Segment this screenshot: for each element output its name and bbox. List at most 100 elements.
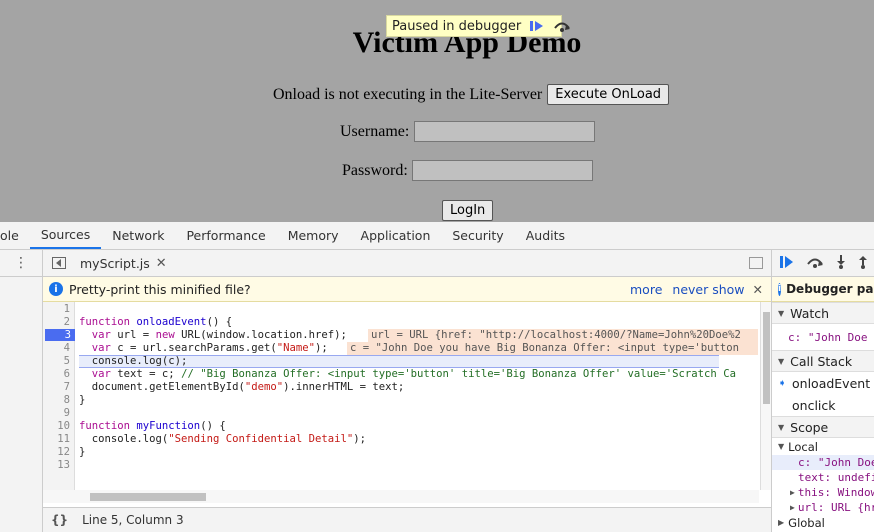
infobar-text: Pretty-print this minified file? bbox=[69, 281, 251, 297]
scope-var-this-text: this: Window bbox=[797, 486, 874, 499]
toggle-navigator-icon[interactable] bbox=[52, 257, 66, 269]
line-number[interactable]: 5 bbox=[43, 355, 70, 368]
tab-memory[interactable]: Memory bbox=[277, 222, 350, 249]
line-number[interactable]: 11 bbox=[43, 433, 70, 446]
scope-local-header[interactable]: ▼ Local bbox=[772, 438, 874, 455]
watch-entry[interactable]: c: "John Doe bbox=[772, 324, 874, 350]
line-number[interactable]: 12 bbox=[43, 446, 70, 459]
step-into-icon[interactable] bbox=[836, 254, 846, 272]
expanded-triangle-icon: ▼ bbox=[778, 442, 785, 451]
code-token: () { bbox=[206, 316, 233, 328]
execute-onload-button[interactable]: Execute OnLoad bbox=[547, 84, 670, 105]
file-tab-myscript[interactable]: myScript.js bbox=[80, 256, 150, 271]
code-token: function bbox=[79, 316, 137, 328]
inline-value-url: url = URL {href: "http://localhost:4000/… bbox=[368, 329, 758, 342]
callstack-frame-onclick[interactable]: onclick bbox=[772, 394, 874, 416]
watch-entry-text: c: "John Doe bbox=[788, 330, 868, 344]
step-over-icon[interactable] bbox=[553, 18, 571, 34]
scope-var-text[interactable]: text: undefi bbox=[772, 470, 874, 485]
tab-console[interactable]: ole bbox=[0, 222, 30, 249]
collapsed-triangle-icon: ▶ bbox=[778, 518, 785, 527]
horizontal-scrollbar[interactable] bbox=[43, 490, 759, 503]
line-number[interactable]: 13 bbox=[43, 459, 70, 472]
debugger-sidebar: i Debugger paused ▼ Watch c: "John Doe ▼ C… bbox=[771, 250, 874, 532]
line-number[interactable]: 9 bbox=[43, 407, 70, 420]
line-number[interactable]: 1 bbox=[43, 303, 70, 316]
code-line: var c = url.searchParams.get("Name"); bbox=[79, 342, 328, 355]
line-number[interactable]: 8 bbox=[43, 394, 70, 407]
tab-application[interactable]: Application bbox=[350, 222, 442, 249]
local-label: Local bbox=[788, 439, 818, 454]
username-row: Username: bbox=[340, 121, 596, 142]
username-input[interactable] bbox=[414, 121, 596, 142]
onload-text: Onload is not executing in the Lite-Serv… bbox=[273, 85, 543, 103]
callstack-section-header[interactable]: ▼ Call Stack bbox=[772, 350, 874, 372]
code-line: var url = new URL(window.location.href); bbox=[79, 329, 347, 342]
more-options-icon[interactable]: ⋮ bbox=[0, 250, 42, 277]
code-line: var text = c; // "Big Bonanza Offer: <in… bbox=[79, 368, 736, 381]
code-token: myFunction bbox=[136, 420, 201, 432]
onload-row: Onload is not executing in the Lite-Serv… bbox=[273, 84, 670, 105]
code-editor[interactable]: 1 2 3 4 5 6 7 8 9 10 11 12 13 function onloadEvent()… bbox=[43, 302, 771, 490]
tab-network[interactable]: Network bbox=[101, 222, 175, 249]
code-token: var bbox=[91, 329, 118, 341]
password-input[interactable] bbox=[411, 160, 593, 181]
paused-label: Paused in debugger bbox=[392, 18, 522, 34]
line-number[interactable]: 2 bbox=[43, 316, 70, 329]
scope-global-header[interactable]: ▶ Global bbox=[772, 515, 874, 530]
close-infobar-icon[interactable]: ✕ bbox=[753, 282, 763, 297]
resume-icon[interactable] bbox=[529, 18, 545, 34]
cursor-position: Line 5, Column 3 bbox=[82, 513, 184, 527]
scope-var-text-text: text: undefi bbox=[798, 471, 874, 484]
code-token: document.getElementById( bbox=[79, 381, 245, 393]
code-line: document.getElementById("demo").innerHTM… bbox=[79, 381, 405, 394]
line-gutter[interactable]: 1 2 3 4 5 6 7 8 9 10 11 12 13 bbox=[43, 302, 75, 490]
code-token: var bbox=[91, 368, 118, 380]
collapsed-triangle-icon: ▶ bbox=[790, 503, 795, 512]
editor-tabbar: myScript.js ✕ bbox=[43, 250, 771, 277]
watch-section-header[interactable]: ▼ Watch bbox=[772, 302, 874, 324]
code-line: } bbox=[79, 446, 85, 459]
line-number[interactable]: 10 bbox=[43, 420, 70, 433]
code-token: ).innerHTML = text; bbox=[283, 381, 405, 393]
step-over-icon[interactable] bbox=[806, 255, 824, 272]
format-icon[interactable]: {} bbox=[51, 513, 68, 527]
code-token: () { bbox=[200, 420, 226, 432]
tab-audits[interactable]: Audits bbox=[515, 222, 576, 249]
pretty-print-infobar: i Pretty-print this minified file? more … bbox=[43, 277, 771, 302]
code-token: new bbox=[155, 329, 182, 341]
never-show-link[interactable]: never show bbox=[672, 282, 744, 297]
scope-var-url[interactable]: ▶ url: URL {hr bbox=[772, 500, 874, 515]
more-link[interactable]: more bbox=[630, 282, 662, 297]
tab-security[interactable]: Security bbox=[441, 222, 514, 249]
vertical-scrollbar[interactable] bbox=[760, 302, 771, 490]
code-line: console.log("Sending Confidential Detail… bbox=[79, 433, 366, 446]
expanded-triangle-icon: ▼ bbox=[778, 356, 785, 366]
tab-performance[interactable]: Performance bbox=[175, 222, 276, 249]
scope-var-c[interactable]: c: "John Doe bbox=[772, 455, 874, 470]
expanded-triangle-icon: ▼ bbox=[778, 422, 785, 432]
callstack-frame-onloadevent[interactable]: ➧ onloadEvent bbox=[772, 372, 874, 394]
toggle-debugger-icon[interactable] bbox=[749, 257, 763, 269]
tab-sources[interactable]: Sources bbox=[29, 222, 102, 249]
code-token: "Name" bbox=[276, 342, 316, 354]
breakpoint-line-number[interactable]: 3 bbox=[45, 329, 75, 341]
code-token: onloadEvent bbox=[136, 316, 207, 328]
line-number[interactable]: 4 bbox=[43, 342, 70, 355]
code-token: "demo" bbox=[244, 381, 284, 393]
login-button[interactable]: LogIn bbox=[442, 200, 494, 221]
step-out-icon[interactable] bbox=[858, 255, 868, 272]
code-token: ); bbox=[315, 342, 328, 354]
resume-icon[interactable] bbox=[780, 255, 794, 272]
collapsed-triangle-icon: ▶ bbox=[790, 488, 795, 497]
scope-section-header[interactable]: ▼ Scope bbox=[772, 416, 874, 438]
watch-label: Watch bbox=[790, 305, 830, 321]
username-label: Username: bbox=[340, 122, 410, 140]
line-number[interactable]: 7 bbox=[43, 381, 70, 394]
close-tab-icon[interactable]: ✕ bbox=[156, 256, 167, 271]
callstack-label: Call Stack bbox=[790, 353, 853, 369]
line-number[interactable]: 6 bbox=[43, 368, 70, 381]
scope-var-this[interactable]: ▶ this: Window bbox=[772, 485, 874, 500]
